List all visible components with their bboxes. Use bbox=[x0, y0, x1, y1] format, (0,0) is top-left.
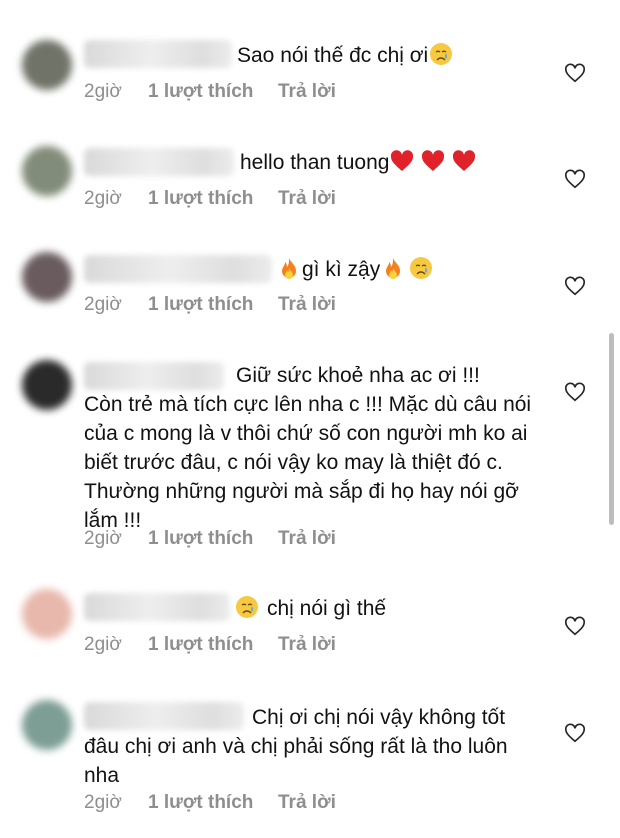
username-blurred[interactable] bbox=[84, 148, 234, 176]
red-heart-icon bbox=[390, 149, 414, 173]
reply-button[interactable]: Trả lời bbox=[278, 633, 336, 657]
fire-icon bbox=[381, 256, 405, 280]
reply-button[interactable]: Trả lời bbox=[278, 80, 336, 104]
red-heart-icon bbox=[452, 149, 476, 173]
comment-text: gì kì zậy bbox=[276, 255, 536, 284]
comment-time: 2giờ bbox=[84, 188, 122, 209]
comment-time: 2giờ bbox=[84, 634, 122, 655]
crying-face-icon bbox=[235, 595, 259, 619]
likes-count[interactable]: 1 lượt thích bbox=[148, 633, 278, 657]
reply-button[interactable]: Trả lời bbox=[278, 527, 336, 551]
comment-time: 2giờ bbox=[84, 528, 122, 549]
comment-text: Sao nói thế đc chị ơi bbox=[237, 41, 537, 70]
comment-meta: 2giờ 1 lượt thích Trả lời bbox=[84, 293, 336, 317]
heart-outline-icon[interactable] bbox=[564, 62, 586, 84]
comment-time: 2giờ bbox=[84, 294, 122, 315]
comment-text: hello than tuong bbox=[240, 148, 540, 177]
avatar[interactable] bbox=[22, 589, 72, 639]
comment-text: Chị ơi chị nói vậy không tốt đâu chị ơi … bbox=[84, 706, 514, 787]
reply-button[interactable]: Trả lời bbox=[278, 791, 336, 815]
heart-outline-icon[interactable] bbox=[564, 275, 586, 297]
comment-meta: 2giờ 1 lượt thích Trả lời bbox=[84, 791, 336, 815]
crying-face-icon bbox=[409, 256, 433, 280]
likes-count[interactable]: 1 lượt thích bbox=[148, 791, 278, 815]
comment-time: 2giờ bbox=[84, 792, 122, 813]
comment-meta: 2giờ 1 lượt thích Trả lời bbox=[84, 187, 336, 211]
username-blurred[interactable] bbox=[84, 255, 272, 283]
red-heart-icon bbox=[421, 149, 445, 173]
likes-count[interactable]: 1 lượt thích bbox=[148, 80, 278, 104]
avatar[interactable] bbox=[22, 360, 72, 410]
likes-count[interactable]: 1 lượt thích bbox=[148, 527, 278, 551]
crying-face-icon bbox=[429, 42, 453, 66]
comment-meta: 2giờ 1 lượt thích Trả lời bbox=[84, 80, 336, 104]
avatar[interactable] bbox=[22, 146, 72, 196]
reply-button[interactable]: Trả lời bbox=[278, 293, 336, 317]
likes-count[interactable]: 1 lượt thích bbox=[148, 293, 278, 317]
comment-time: 2giờ bbox=[84, 81, 122, 102]
username-blurred[interactable] bbox=[84, 593, 230, 621]
reply-button[interactable]: Trả lời bbox=[278, 187, 336, 211]
heart-outline-icon[interactable] bbox=[564, 381, 586, 403]
username-blurred[interactable] bbox=[84, 40, 232, 68]
heart-outline-icon[interactable] bbox=[564, 722, 586, 744]
comment-text: chị nói gì thế bbox=[234, 594, 534, 623]
heart-outline-icon[interactable] bbox=[564, 615, 586, 637]
heart-outline-icon[interactable] bbox=[564, 168, 586, 190]
comment-meta: 2giờ 1 lượt thích Trả lời bbox=[84, 527, 336, 551]
avatar[interactable] bbox=[22, 700, 72, 750]
avatar[interactable] bbox=[22, 252, 72, 302]
comment-meta: 2giờ 1 lượt thích Trả lời bbox=[84, 633, 336, 657]
avatar[interactable] bbox=[22, 40, 72, 90]
fire-icon bbox=[277, 256, 301, 280]
comment-text: Giữ sức khoẻ nha ac ơi !!! Còn trẻ mà tí… bbox=[84, 364, 532, 532]
scrollbar[interactable] bbox=[609, 333, 614, 525]
likes-count[interactable]: 1 lượt thích bbox=[148, 187, 278, 211]
